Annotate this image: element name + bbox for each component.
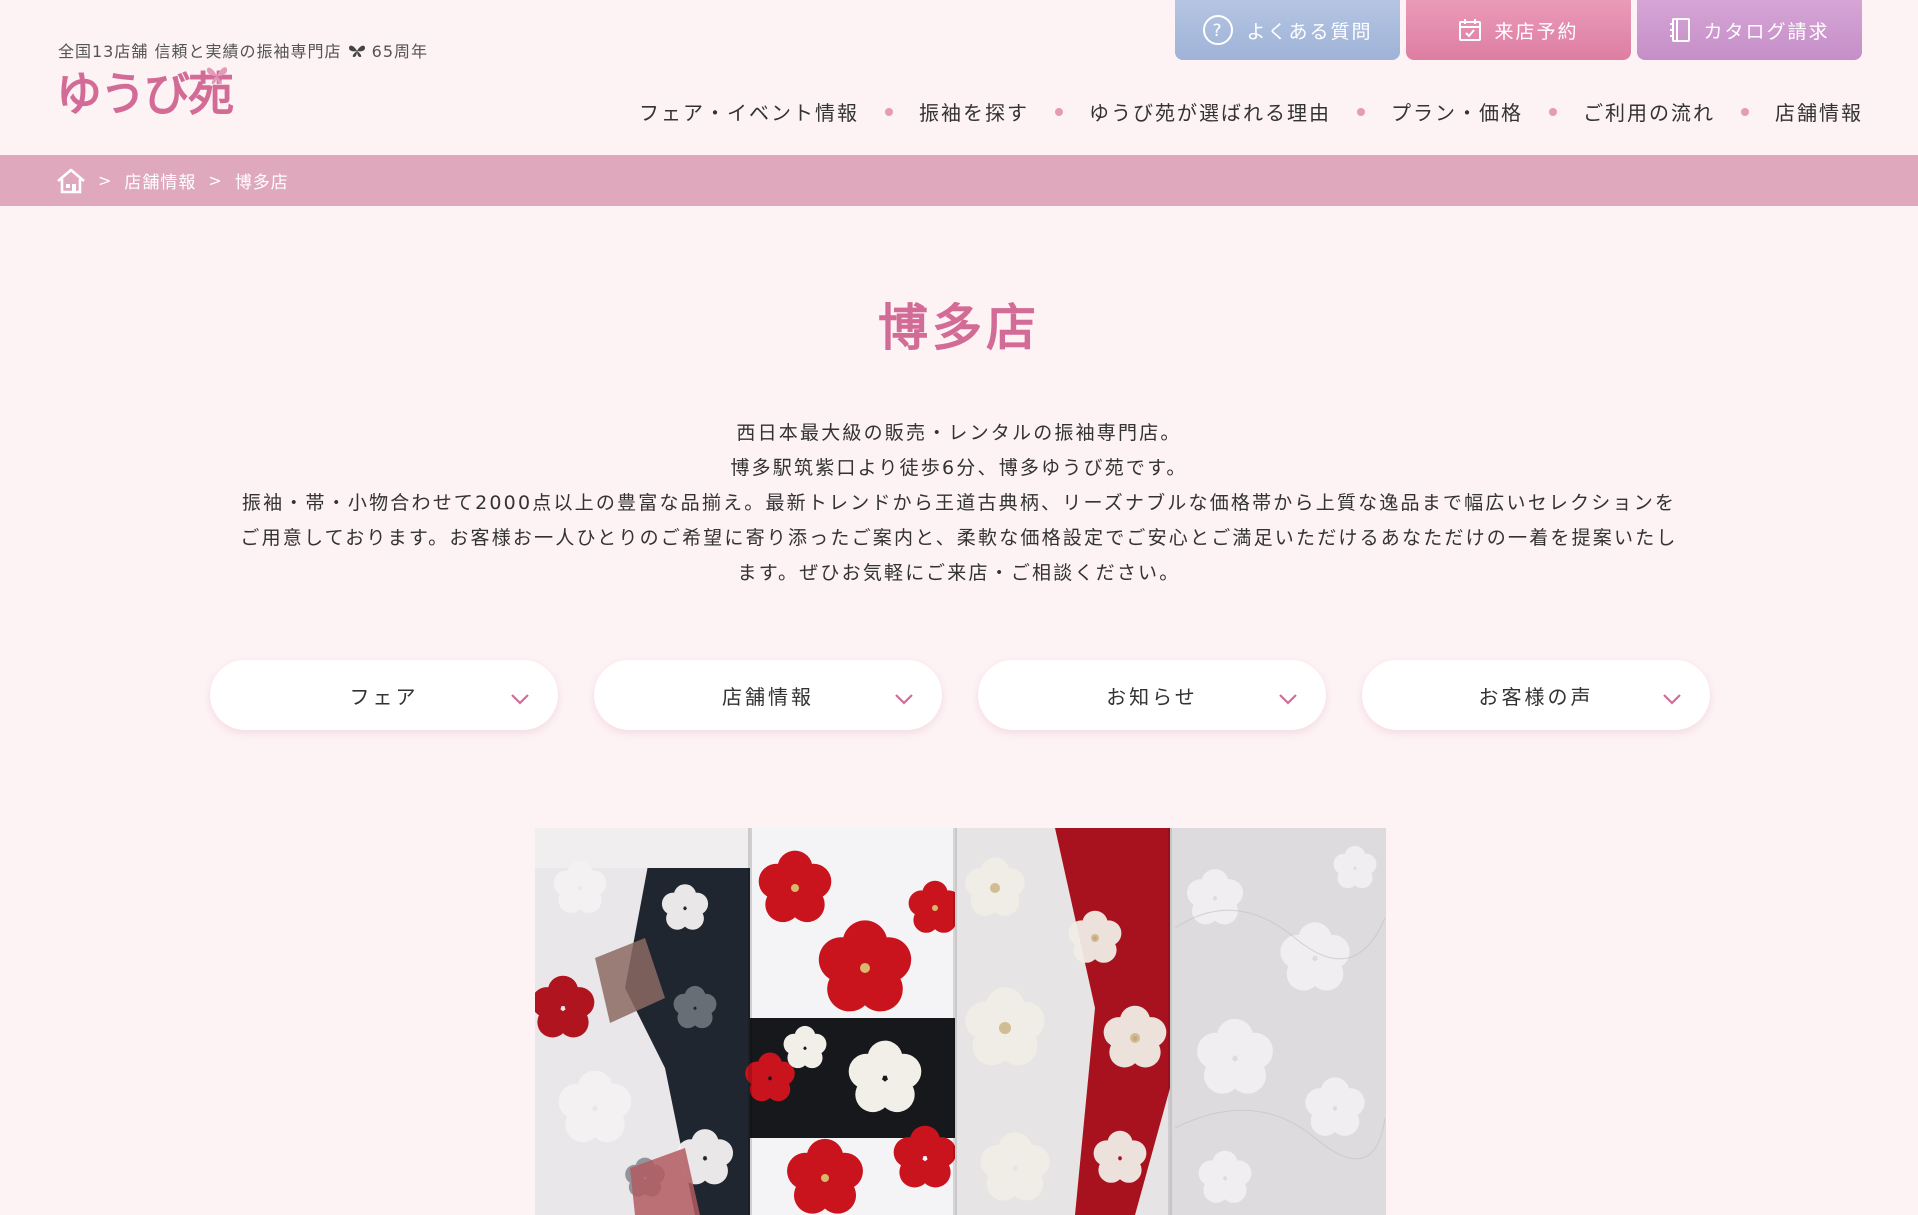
nav-item-reasons[interactable]: ゆうび苑が選ばれる理由	[1089, 97, 1331, 126]
store-hero-photo	[535, 828, 1386, 1215]
store-intro: 西日本最大級の販売・レンタルの振袖専門店。 博多駅筑紫口より徒歩6分、博多ゆうび…	[200, 416, 1718, 591]
faq-button[interactable]: ? よくある質問	[1175, 0, 1400, 60]
breadcrumb-item-current: 博多店	[234, 173, 289, 193]
tagline-text: 全国13店舗 信頼と実績の振袖専門店	[58, 42, 342, 61]
tagline: 全国13店舗 信頼と実績の振袖専門店 65周年	[58, 38, 428, 62]
subnav-store-info[interactable]: 店舗情報	[594, 660, 942, 730]
intro-line: 西日本最大級の販売・レンタルの振袖専門店。	[736, 422, 1182, 444]
chevron-right-icon: >	[98, 171, 113, 190]
breadcrumb: > 店舗情報 > 博多店	[0, 155, 1918, 206]
site-header: 全国13店舗 信頼と実績の振袖専門店 65周年 ゆうび苑 ? よくある質問 来店…	[0, 0, 1918, 155]
nav-item-usage-flow[interactable]: ご利用の流れ	[1583, 97, 1715, 126]
nav-separator-dot	[1549, 107, 1557, 116]
intro-line: ご用意しております。お客様お一人ひとりのご希望に寄り添ったご案内と、柔軟な価格設…	[240, 527, 1678, 549]
nav-separator-dot	[885, 107, 893, 116]
home-icon[interactable]	[56, 168, 86, 194]
subnav-customer-voices[interactable]: お客様の声	[1362, 660, 1710, 730]
chevron-down-icon	[894, 687, 914, 711]
subnav-label: 店舗情報	[722, 684, 814, 709]
top-action-buttons: ? よくある質問 来店予約 カタログ請求	[1175, 0, 1862, 60]
nav-item-fair-events[interactable]: フェア・イベント情報	[639, 97, 859, 126]
subnav-label: お客様の声	[1478, 684, 1594, 709]
intro-line: ます。ぜひお気軽にご来店・ご相談ください。	[737, 562, 1181, 584]
subnav-label: お知らせ	[1106, 684, 1198, 709]
nav-item-find-furisode[interactable]: 振袖を探す	[919, 97, 1029, 126]
chevron-down-icon	[1662, 687, 1682, 711]
butterfly-icon	[348, 42, 372, 61]
chevron-down-icon	[1278, 687, 1298, 711]
chevron-down-icon	[510, 687, 530, 711]
page-title: 博多店	[878, 298, 1040, 357]
nav-separator-dot	[1357, 107, 1365, 116]
catalog-request-button[interactable]: カタログ請求	[1637, 0, 1862, 60]
nav-separator-dot	[1055, 107, 1063, 116]
chevron-right-icon: >	[208, 171, 223, 190]
global-nav: フェア・イベント情報 振袖を探す ゆうび苑が選ばれる理由 プラン・価格 ご利用の…	[639, 97, 1863, 126]
nav-item-plans-prices[interactable]: プラン・価格	[1391, 97, 1523, 126]
nav-separator-dot	[1741, 107, 1749, 116]
catalog-book-icon	[1669, 18, 1691, 42]
intro-line: 振袖・帯・小物合わせて2000点以上の豊富な品揃え。最新トレンドから王道古典柄、…	[241, 492, 1677, 514]
intro-line: 博多駅筑紫口より徒歩6分、博多ゆうび苑です。	[730, 457, 1188, 479]
logo-butterfly-icon	[204, 64, 230, 92]
subnav-label: フェア	[349, 684, 419, 709]
catalog-button-label: カタログ請求	[1703, 20, 1830, 43]
store-subnav: フェア 店舗情報 お知らせ お客様の声	[210, 660, 1710, 730]
breadcrumb-item-store-info[interactable]: 店舗情報	[124, 168, 196, 193]
calendar-icon	[1458, 18, 1482, 42]
svg-text:?: ?	[1213, 21, 1224, 41]
kimono-illustration	[535, 828, 1386, 1215]
reservation-button[interactable]: 来店予約	[1406, 0, 1631, 60]
nav-item-store-info[interactable]: 店舗情報	[1775, 97, 1863, 126]
anniversary-text: 65周年	[371, 42, 429, 61]
faq-button-label: よくある質問	[1246, 20, 1373, 43]
question-circle-icon: ?	[1202, 14, 1234, 46]
subnav-fair[interactable]: フェア	[210, 660, 558, 730]
reservation-button-label: 来店予約	[1494, 20, 1579, 43]
subnav-news[interactable]: お知らせ	[978, 660, 1326, 730]
